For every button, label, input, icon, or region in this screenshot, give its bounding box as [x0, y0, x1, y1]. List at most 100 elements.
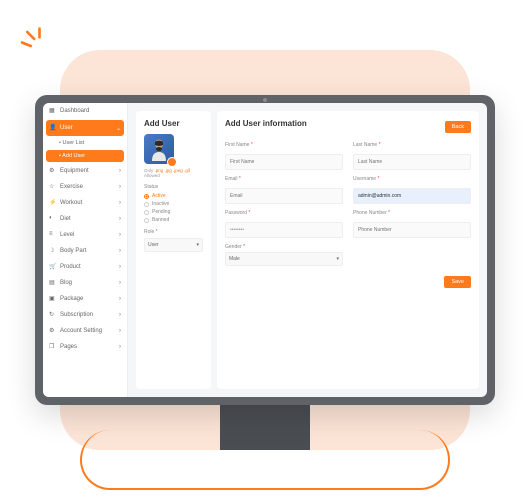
email-field: Email *	[225, 176, 343, 204]
chevron-right-icon: ›	[119, 328, 121, 334]
camera-dot	[263, 98, 267, 102]
sidebar-item-label: Diet	[60, 216, 71, 222]
radio-pending[interactable]: Pending	[144, 209, 203, 215]
sidebar-item-account-setting[interactable]: ⚙Account Setting ›	[43, 323, 127, 339]
chevron-down-icon: ▾	[196, 242, 199, 248]
role-value: User	[148, 242, 159, 248]
sidebar-item-level[interactable]: ≡Level ›	[43, 227, 127, 243]
radio-banned[interactable]: Banned	[144, 217, 203, 223]
sidebar-item-subscription[interactable]: ↻Subscription ›	[43, 307, 127, 323]
chevron-right-icon: ›	[119, 168, 121, 174]
star-icon: ☆	[49, 183, 57, 191]
password-field: Password *	[225, 210, 343, 238]
sidebar-item-label: Pages	[60, 344, 77, 350]
first-name-field: First Name *	[225, 142, 343, 170]
sidebar-item-equipment[interactable]: ⚙Equipment›	[43, 163, 127, 179]
status-radio-group: Active Inactive Pending Banned	[144, 193, 203, 223]
sidebar-sub-user-list[interactable]: • User List	[43, 137, 127, 149]
chevron-down-icon: ▾	[336, 256, 339, 262]
field-label: Last Name *	[353, 142, 471, 148]
layers-icon: ≡	[49, 231, 57, 239]
sidebar-item-pages[interactable]: ❐Pages ›	[43, 339, 127, 355]
chevron-down-icon: ⌄	[116, 125, 121, 132]
refresh-icon: ↻	[49, 311, 57, 319]
radio-label: Inactive	[152, 201, 169, 207]
avatar-upload[interactable]	[144, 134, 174, 164]
field-label: First Name *	[225, 142, 343, 148]
gender-value: Male	[229, 256, 240, 262]
sidebar-item-label: Subscription	[60, 312, 93, 318]
grid-icon: ▦	[49, 107, 57, 115]
sidebar-item-body-part[interactable]: ☽Body Part ›	[43, 243, 127, 259]
sidebar-item-user[interactable]: 👤User⌄	[46, 120, 124, 136]
back-button[interactable]: Back	[445, 121, 471, 133]
chevron-right-icon: ›	[119, 344, 121, 350]
sidebar-item-workout[interactable]: ⚡Workout ›	[43, 195, 127, 211]
chevron-right-icon: ›	[119, 232, 121, 238]
main-content: Add User Only .png .jpg .jpeg .gif Allow…	[128, 103, 487, 397]
radio-icon	[144, 194, 149, 199]
username-field: Username *	[353, 176, 471, 204]
username-input[interactable]	[353, 188, 471, 204]
body-icon: ☽	[49, 247, 57, 255]
monitor-stand	[220, 400, 310, 450]
password-input[interactable]	[225, 222, 343, 238]
save-button[interactable]: Save	[444, 276, 471, 288]
sidebar-item-label: Package	[60, 296, 83, 302]
monitor-frame: ▦Dashboard 👤User⌄ • User List • Add User…	[35, 95, 495, 405]
radio-label: Active	[152, 193, 166, 199]
status-label: Status	[144, 184, 203, 190]
last-name-input[interactable]	[353, 154, 471, 170]
first-name-input[interactable]	[225, 154, 343, 170]
sidebar-item-diet[interactable]: ◐Diet ›	[43, 211, 127, 227]
gender-select[interactable]: Male ▾	[225, 252, 343, 266]
radio-inactive[interactable]: Inactive	[144, 201, 203, 207]
document-icon: ▤	[49, 279, 57, 287]
pages-icon: ❐	[49, 343, 57, 351]
last-name-field: Last Name *	[353, 142, 471, 170]
radio-label: Pending	[152, 209, 170, 215]
radio-active[interactable]: Active	[144, 193, 203, 199]
food-icon: ◐	[49, 215, 57, 223]
chevron-right-icon: ›	[119, 216, 121, 222]
sidebar-item-blog[interactable]: ▤Blog ›	[43, 275, 127, 291]
settings-icon: ⚙	[49, 327, 57, 335]
sidebar-item-dashboard[interactable]: ▦Dashboard	[43, 103, 127, 119]
sidebar-item-label: Level	[60, 232, 74, 238]
sidebar-item-label: Dashboard	[60, 108, 89, 114]
role-label: Role *	[144, 229, 203, 235]
cart-icon: 🛒	[49, 263, 57, 271]
sidebar-item-label: Blog	[60, 280, 72, 286]
role-select[interactable]: User ▾	[144, 238, 203, 252]
gender-field: Gender *Male▾	[225, 244, 343, 266]
sidebar-item-label: Body Part	[60, 248, 86, 254]
panel-title: Add User information	[225, 119, 307, 128]
chevron-right-icon: ›	[119, 184, 121, 190]
activity-icon: ⚡	[49, 199, 57, 207]
sidebar-item-product[interactable]: 🛒Product›	[43, 259, 127, 275]
dumbbell-icon: ⚙	[49, 167, 57, 175]
phone-input[interactable]	[353, 222, 471, 238]
chevron-right-icon: ›	[119, 296, 121, 302]
box-icon: ▣	[49, 295, 57, 303]
sidebar-item-label: Account Setting	[60, 328, 102, 334]
edit-avatar-icon[interactable]	[167, 157, 177, 167]
chevron-right-icon: ›	[119, 200, 121, 206]
sidebar-item-exercise[interactable]: ☆Exercise ›	[43, 179, 127, 195]
sidebar-sub-label: User List	[62, 140, 84, 146]
sidebar-item-package[interactable]: ▣Package ›	[43, 291, 127, 307]
sidebar-sub-add-user[interactable]: • Add User	[46, 150, 124, 162]
email-input[interactable]	[225, 188, 343, 204]
radio-icon	[144, 218, 149, 223]
sidebar-item-label: Workout	[60, 200, 82, 206]
chevron-right-icon: ›	[119, 312, 121, 318]
chevron-right-icon: ›	[119, 248, 121, 254]
radio-icon	[144, 210, 149, 215]
chevron-right-icon: ›	[119, 280, 121, 286]
radio-icon	[144, 202, 149, 207]
sidebar-item-label: Exercise	[60, 184, 83, 190]
panel-title: Add User	[144, 119, 203, 128]
sidebar-item-label: Product	[60, 264, 81, 270]
add-user-panel: Add User Only .png .jpg .jpeg .gif Allow…	[136, 111, 211, 389]
field-label: Email *	[225, 176, 343, 182]
